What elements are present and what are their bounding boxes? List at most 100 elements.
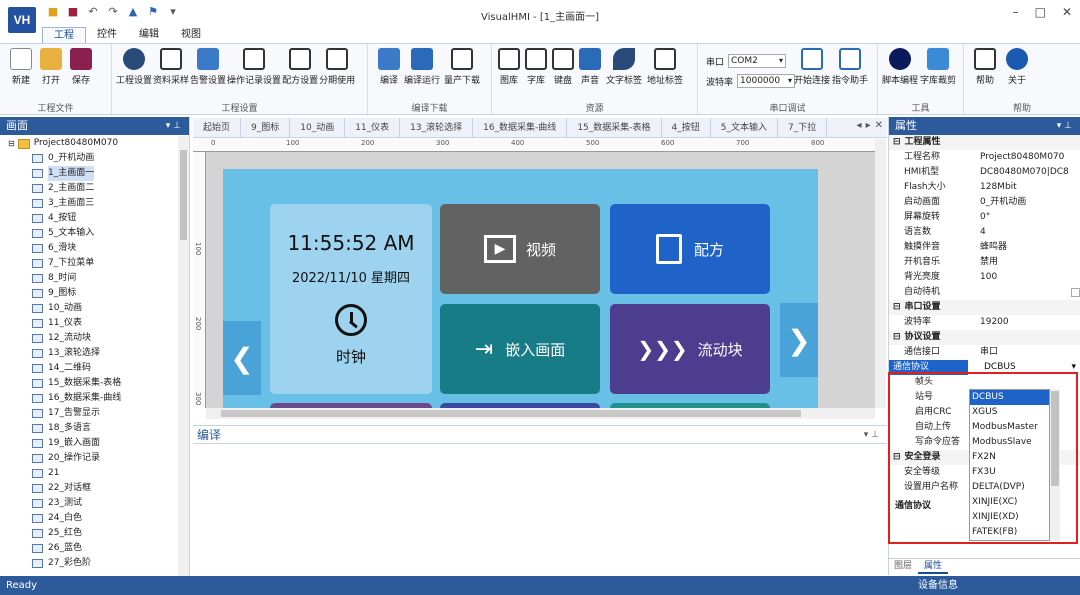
open-button[interactable]: 打开 bbox=[40, 44, 62, 86]
tree-item-screen[interactable]: 25_红色 bbox=[0, 526, 178, 541]
canvas-vscroll[interactable] bbox=[875, 139, 886, 408]
tree-item-screen[interactable]: 22_对话框 bbox=[0, 481, 178, 496]
property-value[interactable]: 0° bbox=[964, 210, 1080, 225]
tree-item-screen[interactable]: 14_二维码 bbox=[0, 361, 178, 376]
script-programming-button[interactable]: 脚本编程 bbox=[882, 44, 918, 86]
tab-close-icon[interactable]: ✕ bbox=[875, 120, 883, 131]
video-tile[interactable]: ▶ 视频 bbox=[440, 204, 600, 294]
tab-layers[interactable]: 图层 bbox=[888, 559, 918, 574]
minimize-button[interactable]: – bbox=[1013, 5, 1019, 19]
tree-item-screen[interactable]: 13_滚轮选择 bbox=[0, 346, 178, 361]
tab-properties[interactable]: 属性 bbox=[918, 559, 949, 574]
property-category[interactable]: ⊟ 工程属性 bbox=[889, 135, 1080, 150]
project-settings-button[interactable]: 工程设置 bbox=[116, 44, 152, 86]
tree-item-screen[interactable]: 26_蓝色 bbox=[0, 541, 178, 556]
flow-block-tile[interactable]: ❯❯❯ 流动块 bbox=[610, 304, 770, 394]
tree-item-screen[interactable]: 8_时间 bbox=[0, 271, 178, 286]
protocol-option[interactable]: FX3U bbox=[970, 465, 1049, 480]
property-row[interactable]: 触摸伴音 蜂鸣器 bbox=[889, 240, 1080, 255]
property-category[interactable]: ⊟ 协议设置 bbox=[889, 330, 1080, 345]
property-value[interactable]: 19200 bbox=[964, 315, 1080, 330]
tab-project[interactable]: 工程 bbox=[42, 27, 86, 43]
protocol-option[interactable]: DCBUS bbox=[970, 390, 1049, 405]
property-row[interactable]: 屏幕旋转 0° bbox=[889, 210, 1080, 225]
mass-download-button[interactable]: 量产下载 bbox=[444, 44, 480, 86]
tab-scroll-left-icon[interactable]: ◂ bbox=[857, 120, 862, 131]
tree-item-screen[interactable]: 17_告警显示 bbox=[0, 406, 178, 421]
alarm-settings-button[interactable]: 告警设置 bbox=[190, 44, 226, 86]
dropdown-scrollbar[interactable] bbox=[1050, 389, 1060, 541]
tab-scroll-right-icon[interactable]: ▸ bbox=[866, 120, 871, 131]
compile-pin-icon[interactable]: ▾ ⊥ bbox=[864, 426, 879, 444]
collapse-icon[interactable]: ⊟ bbox=[893, 332, 901, 342]
collapse-icon[interactable]: ⊟ bbox=[893, 302, 901, 312]
tree-item-screen[interactable]: 5_文本输入 bbox=[0, 226, 178, 241]
property-row[interactable]: 开机音乐 禁用 bbox=[889, 255, 1080, 270]
tree-item-screen[interactable]: 21 bbox=[0, 466, 178, 481]
tree-item-screen[interactable]: 11_仪表 bbox=[0, 316, 178, 331]
property-row[interactable]: HMI机型 DC80480M070|DC8 bbox=[889, 165, 1080, 180]
tree-item-screen[interactable]: 24_白色 bbox=[0, 511, 178, 526]
start-connect-button[interactable]: 开始连接 bbox=[794, 44, 830, 86]
protocol-option[interactable]: DELTA(DVP) bbox=[970, 480, 1049, 495]
protocol-select[interactable]: DCBUS ▾ bbox=[968, 360, 1080, 375]
data-sampling-button[interactable]: 资料采样 bbox=[153, 44, 189, 86]
protocol-option[interactable]: FX2N bbox=[970, 450, 1049, 465]
next-page-arrow[interactable]: ❯ bbox=[780, 303, 818, 377]
tree-item-screen[interactable]: 4_按钮 bbox=[0, 211, 178, 226]
tree-item-screen[interactable]: 2_主画面二 bbox=[0, 181, 178, 196]
save-button[interactable]: 保存 bbox=[70, 44, 92, 86]
collapse-icon[interactable]: ⊟ bbox=[893, 137, 901, 147]
embed-screen-tile[interactable]: ⇥ 嵌入画面 bbox=[440, 304, 600, 394]
serial-port-select[interactable]: COM2 bbox=[728, 54, 787, 68]
document-tab[interactable]: 15_数据采集-表格 bbox=[567, 117, 662, 138]
document-tab[interactable]: 4_按钮 bbox=[662, 117, 711, 138]
protocol-option[interactable]: XINJIE(XC) bbox=[970, 495, 1049, 510]
property-value[interactable] bbox=[964, 285, 1055, 300]
property-value[interactable]: 蜂鸣器 bbox=[964, 240, 1080, 255]
tree-scrollbar[interactable] bbox=[178, 136, 189, 576]
maximize-button[interactable]: □ bbox=[1035, 5, 1046, 19]
property-value[interactable]: 串口 bbox=[964, 345, 1080, 360]
property-row[interactable]: 语言数 4 bbox=[889, 225, 1080, 240]
protocol-option[interactable]: FATEK(FB) bbox=[970, 525, 1049, 540]
font-crop-button[interactable]: 字库裁剪 bbox=[920, 44, 956, 86]
document-tab[interactable]: 7_下拉 bbox=[778, 117, 828, 138]
protocol-option[interactable]: ModbusMaster bbox=[970, 420, 1049, 435]
gallery-button[interactable]: 图库 bbox=[498, 44, 520, 86]
recipe-settings-button[interactable]: 配方设置 bbox=[282, 44, 318, 86]
tree-item-screen[interactable]: 12_流动块 bbox=[0, 331, 178, 346]
new-button[interactable]: 新建 bbox=[10, 44, 32, 86]
property-value[interactable]: 0_开机动画 bbox=[964, 195, 1080, 210]
protocol-option[interactable]: XINJIE(XD) bbox=[970, 510, 1049, 525]
protocol-option[interactable]: XGUS bbox=[970, 405, 1049, 420]
baud-rate-select[interactable]: 1000000 bbox=[737, 74, 796, 88]
property-value[interactable]: 100 bbox=[964, 270, 1080, 285]
protocol-dropdown-list[interactable]: DCBUS XGUS ModbusMaster ModbusSlave FX2N FX3U… bbox=[969, 389, 1050, 541]
protocol-option[interactable]: ModbusSlave bbox=[970, 435, 1049, 450]
about-button[interactable]: 关于 bbox=[1006, 44, 1028, 86]
property-value[interactable]: 4 bbox=[964, 225, 1080, 240]
property-value[interactable]: 禁用 bbox=[964, 255, 1080, 270]
compile-run-button[interactable]: 编译运行 bbox=[404, 44, 440, 86]
tree-item-screen[interactable]: 23_测试 bbox=[0, 496, 178, 511]
clock-tile[interactable]: 11:55:52 AM 2022/11/10 星期四 时钟 bbox=[270, 204, 432, 394]
canvas-hscroll[interactable] bbox=[206, 408, 875, 419]
property-row[interactable]: 通信接口 串口 bbox=[889, 345, 1080, 360]
property-value[interactable]: Project80480M070 bbox=[964, 150, 1080, 165]
document-tab[interactable]: 16_数据采集-曲线 bbox=[473, 117, 568, 138]
tree-item-screen[interactable]: 1_主画面一 bbox=[0, 166, 178, 181]
property-row[interactable]: 启动画面 0_开机动画 bbox=[889, 195, 1080, 210]
property-value[interactable]: 128Mbit bbox=[964, 180, 1080, 195]
text-label-button[interactable]: 文字标签 bbox=[606, 44, 642, 86]
font-library-button[interactable]: 字库 bbox=[525, 44, 547, 86]
help-button[interactable]: 帮助 bbox=[974, 44, 996, 86]
tree-item-screen[interactable]: 19_嵌入画面 bbox=[0, 436, 178, 451]
design-canvas[interactable]: ❮ ❯ 11:55:52 AM 2022/11/10 星期四 时钟 ▶ 视频 配方… bbox=[206, 152, 875, 408]
prev-page-arrow[interactable]: ❮ bbox=[223, 321, 261, 395]
tree-item-screen[interactable]: 7_下拉菜单 bbox=[0, 256, 178, 271]
address-label-button[interactable]: 地址标签 bbox=[647, 44, 683, 86]
compile-button[interactable]: 编译 bbox=[378, 44, 400, 86]
property-value[interactable]: DC80480M070|DC8 bbox=[964, 165, 1080, 180]
tree-item-screen[interactable]: 27_彩色阶 bbox=[0, 556, 178, 571]
